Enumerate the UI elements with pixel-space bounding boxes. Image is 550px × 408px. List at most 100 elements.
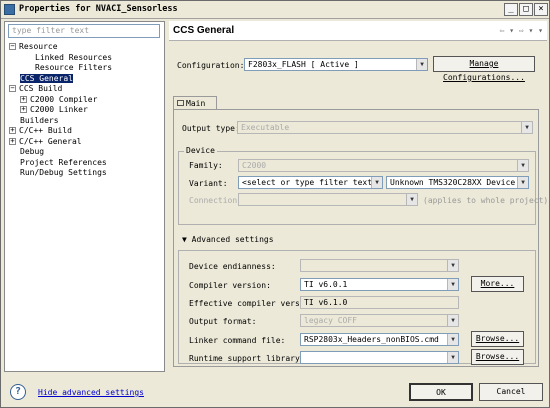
connection-note: (applies to whole project) — [423, 196, 549, 205]
browse-runtime-button[interactable]: Browse... — [471, 349, 524, 365]
tree-item-label: Resource — [19, 42, 58, 51]
chevron-down-icon: ▼ — [447, 334, 458, 345]
compiler-version-label: Compiler version: — [189, 281, 271, 290]
linker-command-value: RSP2803x_Headers_nonBIOS.cmd — [304, 335, 439, 344]
output-type-label: Output type: — [182, 124, 240, 133]
runtime-library-select[interactable]: ▼ — [300, 351, 459, 364]
device-group: Device Family: C2000 ▼ Variant: <select … — [178, 146, 548, 225]
tree-item[interactable]: − CCS Build — [9, 84, 163, 95]
more-button[interactable]: More... — [471, 276, 524, 292]
tree-item[interactable]: Debug — [9, 147, 163, 158]
tree-item-label: Linked Resources — [35, 52, 113, 62]
close-button[interactable]: × — [534, 3, 548, 16]
ok-button[interactable]: OK — [409, 383, 473, 401]
effective-compiler-value: TI v6.1.0 — [300, 296, 459, 309]
manage-configurations-button[interactable]: Manage Configurations... — [433, 56, 535, 82]
expand-icon[interactable]: + — [9, 127, 16, 134]
app-icon — [4, 4, 15, 15]
tree-item-label: Project References — [20, 157, 107, 167]
page-header: CCS General ⇦ ▾ ⇨ ▾ ▾ — [169, 21, 547, 41]
collapse-icon[interactable]: − — [9, 85, 16, 92]
browse-runtime-label: Browse... — [475, 352, 520, 361]
endianness-label: Device endianness: — [189, 262, 276, 271]
variant-label: Variant: — [189, 179, 228, 188]
tree-item[interactable]: Resource Filters — [9, 63, 163, 74]
tree-item-label: C/C++ General — [19, 136, 82, 146]
connection-select[interactable]: ▼ — [238, 193, 418, 206]
chevron-down-icon: ▼ — [521, 122, 532, 133]
tree-item[interactable]: CCS General — [9, 73, 163, 85]
property-tree: − Resource Linked Resources Resource Filter… — [9, 42, 163, 179]
chevron-down-icon: ▼ — [447, 315, 458, 326]
collapse-icon[interactable]: − — [9, 43, 16, 50]
manage-configurations-label: Manage Configurations... — [443, 59, 525, 82]
nav-arrows-icon[interactable]: ⇦ ▾ ⇨ ▾ ▾ — [500, 26, 543, 35]
tree-item[interactable]: Linked Resources — [9, 53, 163, 64]
tree-item[interactable]: + C/C++ General — [9, 137, 163, 148]
variant-select[interactable]: Unknown TMS320C28XX Device ▼ — [386, 176, 529, 189]
variant-value: Unknown TMS320C28XX Device — [390, 178, 516, 187]
window-title: Properties for NVACI_Sensorless — [19, 4, 178, 14]
variant-filter-select[interactable]: <select or type filter text> ▼ — [238, 176, 383, 189]
help-icon[interactable]: ? — [10, 384, 26, 400]
tree-item-label: C/C++ Build — [19, 126, 72, 135]
configuration-label: Configuration: — [177, 61, 245, 70]
content-panel: CCS General ⇦ ▾ ⇨ ▾ ▾ Configuration: F28… — [169, 21, 548, 372]
browse-linker-button[interactable]: Browse... — [471, 331, 524, 347]
tree-item[interactable]: Builders — [9, 116, 163, 127]
connection-label: Connection: — [189, 196, 242, 205]
chevron-down-icon: ▼ — [517, 177, 528, 188]
tree-item-label: CCS General — [20, 73, 73, 83]
tab-main[interactable]: Main — [173, 96, 217, 110]
expand-icon[interactable]: + — [20, 106, 27, 113]
variant-filter-value: <select or type filter text> — [242, 178, 377, 187]
advanced-settings-toggle[interactable]: ▼ Advanced settings — [182, 235, 274, 244]
configuration-value: F2803x_FLASH [ Active ] — [248, 60, 359, 69]
nav-panel: type filter text − Resource Linked Resourc… — [4, 21, 165, 372]
tree-item[interactable]: + C/C++ Build — [9, 126, 163, 137]
tree-item-label: CCS Build — [19, 84, 63, 93]
tree-item-label: C2000 Compiler — [30, 94, 98, 104]
chevron-down-icon: ▼ — [517, 160, 528, 171]
chevron-down-icon: ▼ — [447, 352, 458, 363]
output-format-value: legacy COFF — [304, 316, 357, 325]
output-format-select[interactable]: legacy COFF ▼ — [300, 314, 459, 327]
tree-item-label: Debug — [20, 147, 45, 156]
chevron-down-icon: ▼ — [406, 194, 417, 205]
tree-item-label: Run/Debug Settings — [20, 168, 107, 177]
tree-item-label: Resource Filters — [35, 63, 113, 72]
compiler-version-value: TI v6.0.1 — [304, 280, 348, 289]
family-select[interactable]: C2000 ▼ — [238, 159, 529, 172]
advanced-settings-group: Device endianness: ▼ Compiler version: T… — [178, 250, 536, 365]
maximize-button[interactable]: □ — [519, 3, 533, 16]
hide-advanced-link[interactable]: Hide advanced settings — [38, 388, 144, 397]
tab-icon — [177, 100, 184, 106]
linker-command-select[interactable]: RSP2803x_Headers_nonBIOS.cmd ▼ — [300, 333, 459, 346]
expand-icon[interactable]: + — [20, 95, 27, 103]
more-button-label: More... — [480, 279, 515, 288]
tab-main-label: Main — [186, 99, 206, 108]
tree-item[interactable]: Run/Debug Settings — [9, 168, 163, 179]
expand-icon[interactable]: + — [9, 137, 16, 145]
compiler-version-select[interactable]: TI v6.0.1 ▼ — [300, 278, 459, 291]
tree-item[interactable]: Project References — [9, 158, 163, 169]
tree-item[interactable]: − Resource — [9, 42, 163, 53]
configuration-select[interactable]: F2803x_FLASH [ Active ] ▼ — [244, 58, 428, 71]
title-bar: Properties for NVACI_Sensorless _ □ × — [1, 1, 549, 19]
tree-item[interactable]: + C2000 Compiler — [9, 95, 163, 106]
tree-item[interactable]: + C2000 Linker — [9, 105, 163, 116]
runtime-library-label: Runtime support library: — [189, 354, 305, 363]
linker-command-label: Linker command file: — [189, 336, 286, 345]
filter-input[interactable]: type filter text — [8, 24, 160, 38]
endianness-select[interactable]: ▼ — [300, 259, 459, 272]
family-label: Family: — [189, 161, 223, 170]
main-tab-panel: Output type: Executable ▼ Device Family:… — [173, 109, 548, 367]
chevron-down-icon: ▼ — [447, 260, 458, 271]
chevron-down-icon: ▼ — [447, 279, 458, 290]
output-type-select[interactable]: Executable ▼ — [237, 121, 533, 134]
triangle-down-icon: ▼ — [182, 235, 192, 244]
device-group-title: Device — [184, 146, 217, 155]
minimize-button[interactable]: _ — [504, 3, 518, 16]
browse-linker-label: Browse... — [475, 334, 520, 343]
cancel-button[interactable]: Cancel — [479, 383, 543, 401]
